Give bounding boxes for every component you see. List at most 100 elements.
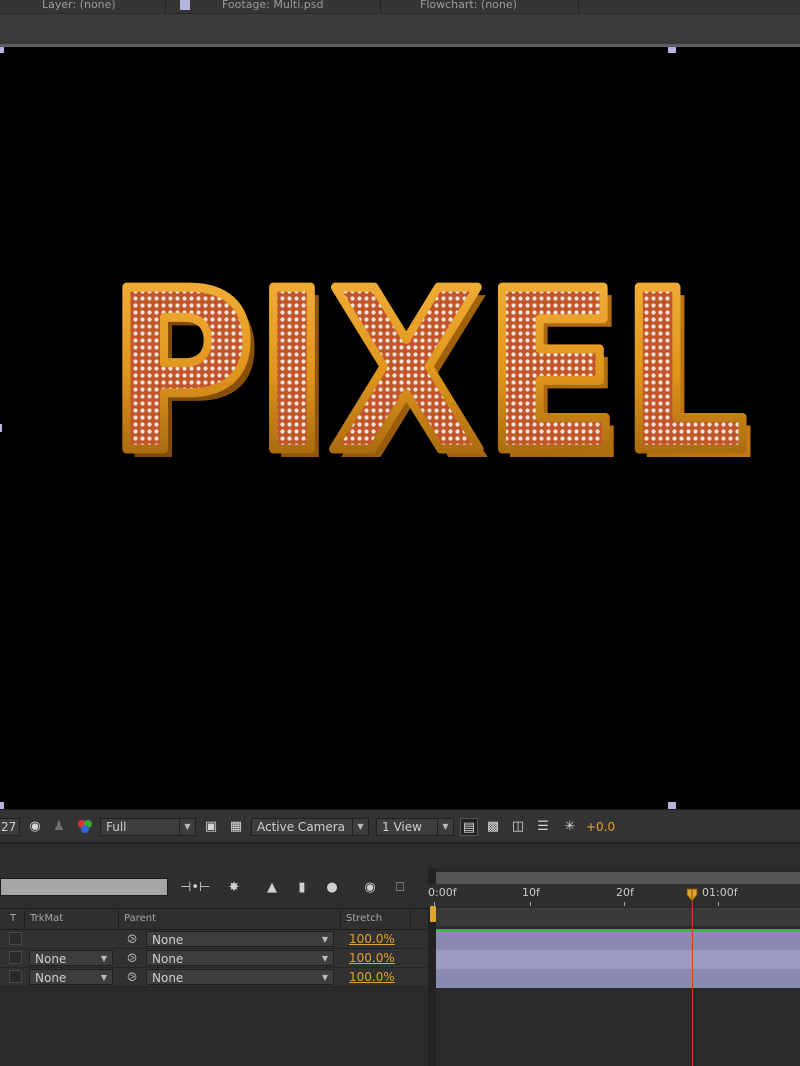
ruler-label: 01:00f xyxy=(702,886,738,899)
auto-keyframe-icon[interactable]: ⎕ xyxy=(388,878,412,898)
preserve-transparency-checkbox[interactable] xyxy=(9,970,22,983)
motion-blur-icon[interactable]: ● xyxy=(320,878,344,898)
camera-value: Active Camera xyxy=(257,820,346,834)
preserve-transparency-checkbox[interactable] xyxy=(9,951,22,964)
stretch-value[interactable]: 100.0% xyxy=(349,930,395,948)
ruler-tick xyxy=(624,902,625,906)
channel-rgb-icon[interactable] xyxy=(76,818,94,836)
layer-row[interactable]: ⧁ None ▼ 100.0% xyxy=(0,930,428,949)
column-separator xyxy=(118,911,119,927)
bounds-handle-bottom[interactable] xyxy=(668,802,676,809)
rgb-circles-icon xyxy=(78,820,92,833)
draft-3d-icon[interactable]: ✸ xyxy=(222,878,246,898)
region-of-interest-icon[interactable]: ▣ xyxy=(202,818,220,836)
resolution-dropdown[interactable]: Full ▼ xyxy=(100,818,196,836)
time-ruler[interactable]: 0:00f 10f 20f 01:00f xyxy=(428,884,800,906)
toggle-pixel-aspect-icon[interactable]: ▤ xyxy=(460,818,478,836)
parent-dropdown[interactable]: None ▼ xyxy=(146,969,334,985)
chevron-down-icon: ▼ xyxy=(179,819,195,835)
composition-mini-flowchart-icon[interactable]: ⊣•⊢ xyxy=(180,878,210,898)
tab-separator xyxy=(165,0,166,14)
frame-blending-icon[interactable]: ▮ xyxy=(290,878,314,898)
col-t[interactable]: T xyxy=(10,909,16,929)
time-navigator[interactable] xyxy=(436,872,800,884)
trkmat-value: None xyxy=(35,971,67,985)
chevron-down-icon: ▼ xyxy=(321,935,329,944)
work-area-start-handle[interactable] xyxy=(430,906,436,922)
composition-color-icon xyxy=(180,0,190,10)
layer-duration-bar[interactable] xyxy=(436,950,800,969)
graph-editor-icon[interactable]: ◉ xyxy=(358,878,382,898)
layer-duration-bar[interactable] xyxy=(436,931,800,950)
layer-list-empty-area xyxy=(0,988,428,1066)
timeline-icon[interactable]: ◫ xyxy=(509,818,527,836)
magnification-dropdown[interactable]: 27 xyxy=(0,818,20,836)
fast-previews-icon[interactable]: ▩ xyxy=(484,818,502,836)
parent-value: None xyxy=(152,952,184,966)
chevron-down-icon: ▼ xyxy=(100,973,108,982)
timeline-panel: ⊣•⊢ ✸ ▲ ▮ ● ◉ ⎕ T TrkMat Parent Stretch … xyxy=(0,868,800,1066)
work-area-bar[interactable] xyxy=(436,908,800,926)
panel-gap xyxy=(0,844,800,868)
bounds-handle-bottom-left[interactable] xyxy=(0,802,4,809)
tab-footage[interactable]: Footage: Multi.psd xyxy=(222,0,323,13)
parent-pickwhip-icon[interactable]: ⧁ xyxy=(125,930,139,948)
trkmat-value: None xyxy=(35,952,67,966)
ruler-label: 0:00f xyxy=(428,886,457,899)
col-parent[interactable]: Parent xyxy=(124,909,156,929)
stretch-value[interactable]: 100.0% xyxy=(349,968,395,986)
view-layout-dropdown[interactable]: 1 View ▼ xyxy=(376,818,454,836)
bounds-handle-left[interactable] xyxy=(0,424,2,432)
ruler-label: 20f xyxy=(616,886,634,899)
stretch-value[interactable]: 100.0% xyxy=(349,949,395,967)
layer-column-header: T TrkMat Parent Stretch xyxy=(0,908,428,930)
trkmat-dropdown[interactable]: None ▼ xyxy=(29,950,113,966)
col-stretch[interactable]: Stretch xyxy=(346,909,382,929)
parent-dropdown[interactable]: None ▼ xyxy=(146,931,334,947)
layer-row[interactable]: None ▼ ⧁ None ▼ 100.0% xyxy=(0,949,428,968)
transparency-grid-icon[interactable]: ▦ xyxy=(227,818,245,836)
search-input[interactable] xyxy=(0,878,168,896)
snapshot-camera-icon[interactable]: ◉ xyxy=(26,818,44,836)
reset-exposure-icon[interactable]: ✳ xyxy=(561,818,579,836)
current-time-indicator[interactable] xyxy=(692,890,693,1066)
composition-viewer[interactable]: PIXEL PIXEL xyxy=(0,47,800,809)
chevron-down-icon: ▼ xyxy=(437,819,453,835)
viewer-toolbar: 27 ◉ ♟ Full ▼ ▣ ▦ Active Camera ▼ 1 View… xyxy=(0,809,800,843)
parent-pickwhip-icon[interactable]: ⧁ xyxy=(125,949,139,967)
column-separator xyxy=(410,911,411,927)
exposure-value[interactable]: +0.0 xyxy=(586,818,615,836)
ruler-label: 10f xyxy=(522,886,540,899)
ruler-tick xyxy=(530,902,531,906)
view-layout-value: 1 View xyxy=(382,820,422,834)
tab-flowchart[interactable]: Flowchart: (none) xyxy=(420,0,517,13)
chevron-down-icon: ▼ xyxy=(100,954,108,963)
col-trkmat[interactable]: TrkMat xyxy=(30,909,63,929)
tab-layer[interactable]: Layer: (none) xyxy=(42,0,116,13)
camera-dropdown[interactable]: Active Camera ▼ xyxy=(251,818,369,836)
bounds-handle-top[interactable] xyxy=(668,47,676,53)
parent-value: None xyxy=(152,933,184,947)
panel-tab-bar: Layer: (none) Footage: Multi.psd Flowcha… xyxy=(0,0,800,14)
chevron-down-icon: ▼ xyxy=(321,973,329,982)
flowchart-icon[interactable]: ☰ xyxy=(534,818,552,836)
hide-shy-layers-icon[interactable]: ▲ xyxy=(260,878,284,898)
tab-separator xyxy=(380,0,381,14)
parent-pickwhip-icon[interactable]: ⧁ xyxy=(125,968,139,986)
layer-row[interactable]: None ▼ ⧁ None ▼ 100.0% xyxy=(0,968,428,987)
preserve-transparency-checkbox[interactable] xyxy=(9,932,22,945)
pixel-3d-text[interactable]: PIXEL PIXEL xyxy=(104,267,764,467)
layer-duration-bar[interactable] xyxy=(436,969,800,988)
trkmat-dropdown[interactable]: None ▼ xyxy=(29,969,113,985)
resolution-value: Full xyxy=(106,820,127,834)
bounds-handle-top-left[interactable] xyxy=(0,47,4,53)
panel-header-strip xyxy=(0,14,800,44)
show-snapshot-icon[interactable]: ♟ xyxy=(50,818,68,836)
chevron-down-icon: ▼ xyxy=(352,819,368,835)
parent-dropdown[interactable]: None ▼ xyxy=(146,950,334,966)
column-separator xyxy=(340,911,341,927)
chevron-down-icon: ▼ xyxy=(321,954,329,963)
column-separator xyxy=(24,911,25,927)
timeline-toolbar: ⊣•⊢ ✸ ▲ ▮ ● ◉ ⎕ xyxy=(0,868,428,908)
cti-head-icon[interactable] xyxy=(686,888,698,902)
